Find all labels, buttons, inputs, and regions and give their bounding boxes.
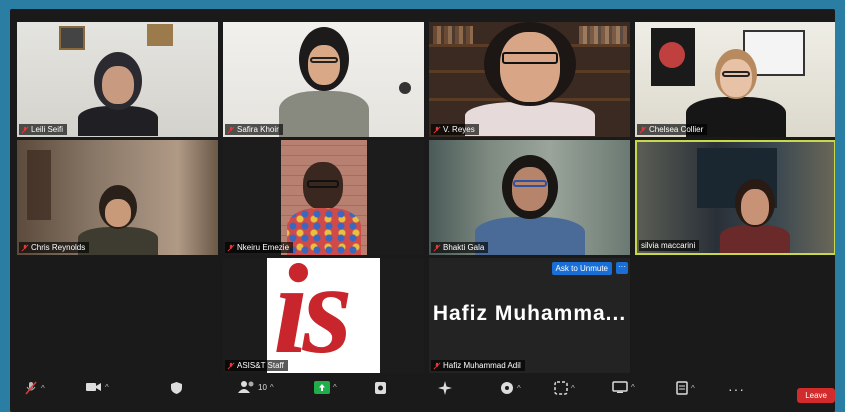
more-button[interactable]: ··· — [728, 381, 745, 397]
video-tile-leili[interactable]: Leili Seifi — [17, 22, 218, 137]
chevron-up-icon[interactable]: ^ — [631, 383, 635, 392]
ai-icon — [438, 381, 452, 395]
participant-name-tag: Leili Seifi — [19, 124, 68, 135]
mic-off-icon — [227, 361, 235, 370]
participant-video — [720, 179, 791, 253]
participant-name: ASIS&T Staff — [237, 361, 284, 370]
mic-off-icon — [639, 125, 647, 134]
apps-button[interactable]: ^ — [500, 381, 521, 395]
apps-icon — [501, 382, 513, 394]
whiteboard-button[interactable]: ^ — [554, 381, 575, 395]
ai-companion-button[interactable] — [438, 381, 452, 395]
participant-name: Nkeiru Emezie — [237, 243, 290, 252]
asist-logo-image: is — [267, 258, 380, 373]
security-icon — [171, 382, 182, 394]
chevron-up-icon[interactable]: ^ — [41, 384, 45, 393]
mic-off-icon — [433, 361, 441, 370]
chevron-up-icon[interactable]: ^ — [691, 384, 695, 393]
participant-name: Chris Reynolds — [31, 243, 86, 252]
video-tile-safira[interactable]: Safira Khoir — [223, 22, 424, 137]
mute-button[interactable]: ^ — [24, 381, 45, 395]
participant-more-button[interactable]: ··· — [616, 262, 628, 274]
security-button[interactable] — [170, 381, 183, 395]
view-button[interactable]: ^ — [612, 381, 635, 393]
participant-video — [278, 27, 369, 137]
video-tile-hafiz[interactable]: Ask to Unmute ··· Hafiz Muhamma... Hafiz… — [429, 258, 630, 373]
video-tile-silvia-active-speaker[interactable]: silvia maccarini — [635, 140, 835, 255]
chevron-up-icon[interactable]: ^ — [517, 384, 521, 393]
share-icon — [314, 381, 330, 394]
mic-off-icon — [227, 125, 235, 134]
video-tile-nkeiru[interactable]: Nkeiru Emezie — [223, 140, 424, 255]
video-grid: Leili Seifi Safira Khoir V. Reyes Chelse… — [10, 9, 835, 373]
participant-video — [77, 185, 158, 255]
participant-video — [77, 52, 158, 137]
mic-off-icon — [433, 243, 441, 252]
more-icon: ··· — [728, 381, 745, 397]
ask-to-unmute-button[interactable]: Ask to Unmute — [551, 262, 612, 275]
participant-name: V. Reyes — [443, 125, 475, 134]
participant-name-tag: Chris Reynolds — [19, 242, 90, 253]
notes-button[interactable]: ^ — [676, 381, 695, 395]
participants-count: 10 — [258, 382, 267, 392]
participant-display-name: Hafiz Muhamma... — [432, 302, 627, 325]
asist-logo-text: is — [273, 258, 352, 373]
participant-name-tag: V. Reyes — [431, 124, 479, 135]
record-button[interactable] — [374, 381, 387, 395]
participant-name-tag: Nkeiru Emezie — [225, 242, 294, 253]
participants-button[interactable]: 10 ^ — [238, 381, 274, 393]
video-tile-bhakti[interactable]: Bhakti Gala — [429, 140, 630, 255]
participant-name-tag: silvia maccarini — [639, 240, 700, 251]
video-tile-asist-staff[interactable]: is ASIS&T Staff — [223, 258, 424, 373]
participant-name-tag: Bhakti Gala — [431, 242, 489, 253]
wall-picture — [59, 26, 85, 50]
video-tile-chris[interactable]: Chris Reynolds — [17, 140, 218, 255]
video-icon — [86, 383, 101, 391]
view-icon — [612, 381, 628, 393]
zoom-window: Leili Seifi Safira Khoir V. Reyes Chelse… — [10, 9, 835, 412]
video-tile-reyes[interactable]: V. Reyes — [429, 22, 630, 137]
participant-name: Chelsea Collier — [649, 125, 704, 134]
participant-name: Bhakti Gala — [443, 243, 485, 252]
participant-video — [281, 140, 367, 255]
video-tile-chelsea[interactable]: Chelsea Collier — [635, 22, 835, 137]
participant-name-tag: ASIS&T Staff — [225, 360, 288, 371]
mic-off-icon — [25, 381, 37, 395]
participant-video — [474, 155, 585, 255]
mic-off-icon — [21, 125, 29, 134]
participant-name-tag: Hafiz Muhammad Adil — [431, 360, 525, 371]
participant-name-tag: Chelsea Collier — [637, 124, 708, 135]
participant-name: Leili Seifi — [31, 125, 64, 134]
record-icon — [375, 382, 386, 394]
leave-button[interactable]: Leave — [797, 388, 835, 403]
wall-lamp — [399, 82, 411, 94]
chevron-up-icon[interactable]: ^ — [333, 383, 337, 392]
whiteboard-icon — [554, 381, 568, 395]
mic-off-icon — [21, 243, 29, 252]
participant-name: silvia maccarini — [641, 241, 696, 250]
wall-picture — [147, 24, 173, 46]
chevron-up-icon[interactable]: ^ — [571, 384, 575, 393]
mic-off-icon — [227, 243, 235, 252]
chevron-up-icon[interactable]: ^ — [270, 383, 274, 392]
video-button[interactable]: ^ — [86, 381, 109, 393]
chevron-up-icon[interactable]: ^ — [105, 383, 109, 392]
share-screen-button[interactable]: ^ — [314, 381, 337, 394]
notes-icon — [676, 381, 688, 395]
meeting-toolbar: ^ ^ 10 ^ ^ ^ ^ ^ ^ ··· Leave — [10, 375, 835, 412]
participant-name: Hafiz Muhammad Adil — [443, 361, 521, 370]
participant-video — [464, 22, 595, 137]
participant-name-tag: Safira Khoir — [225, 124, 283, 135]
participants-icon — [238, 381, 254, 393]
participant-name: Safira Khoir — [237, 125, 279, 134]
mic-off-icon — [433, 125, 441, 134]
